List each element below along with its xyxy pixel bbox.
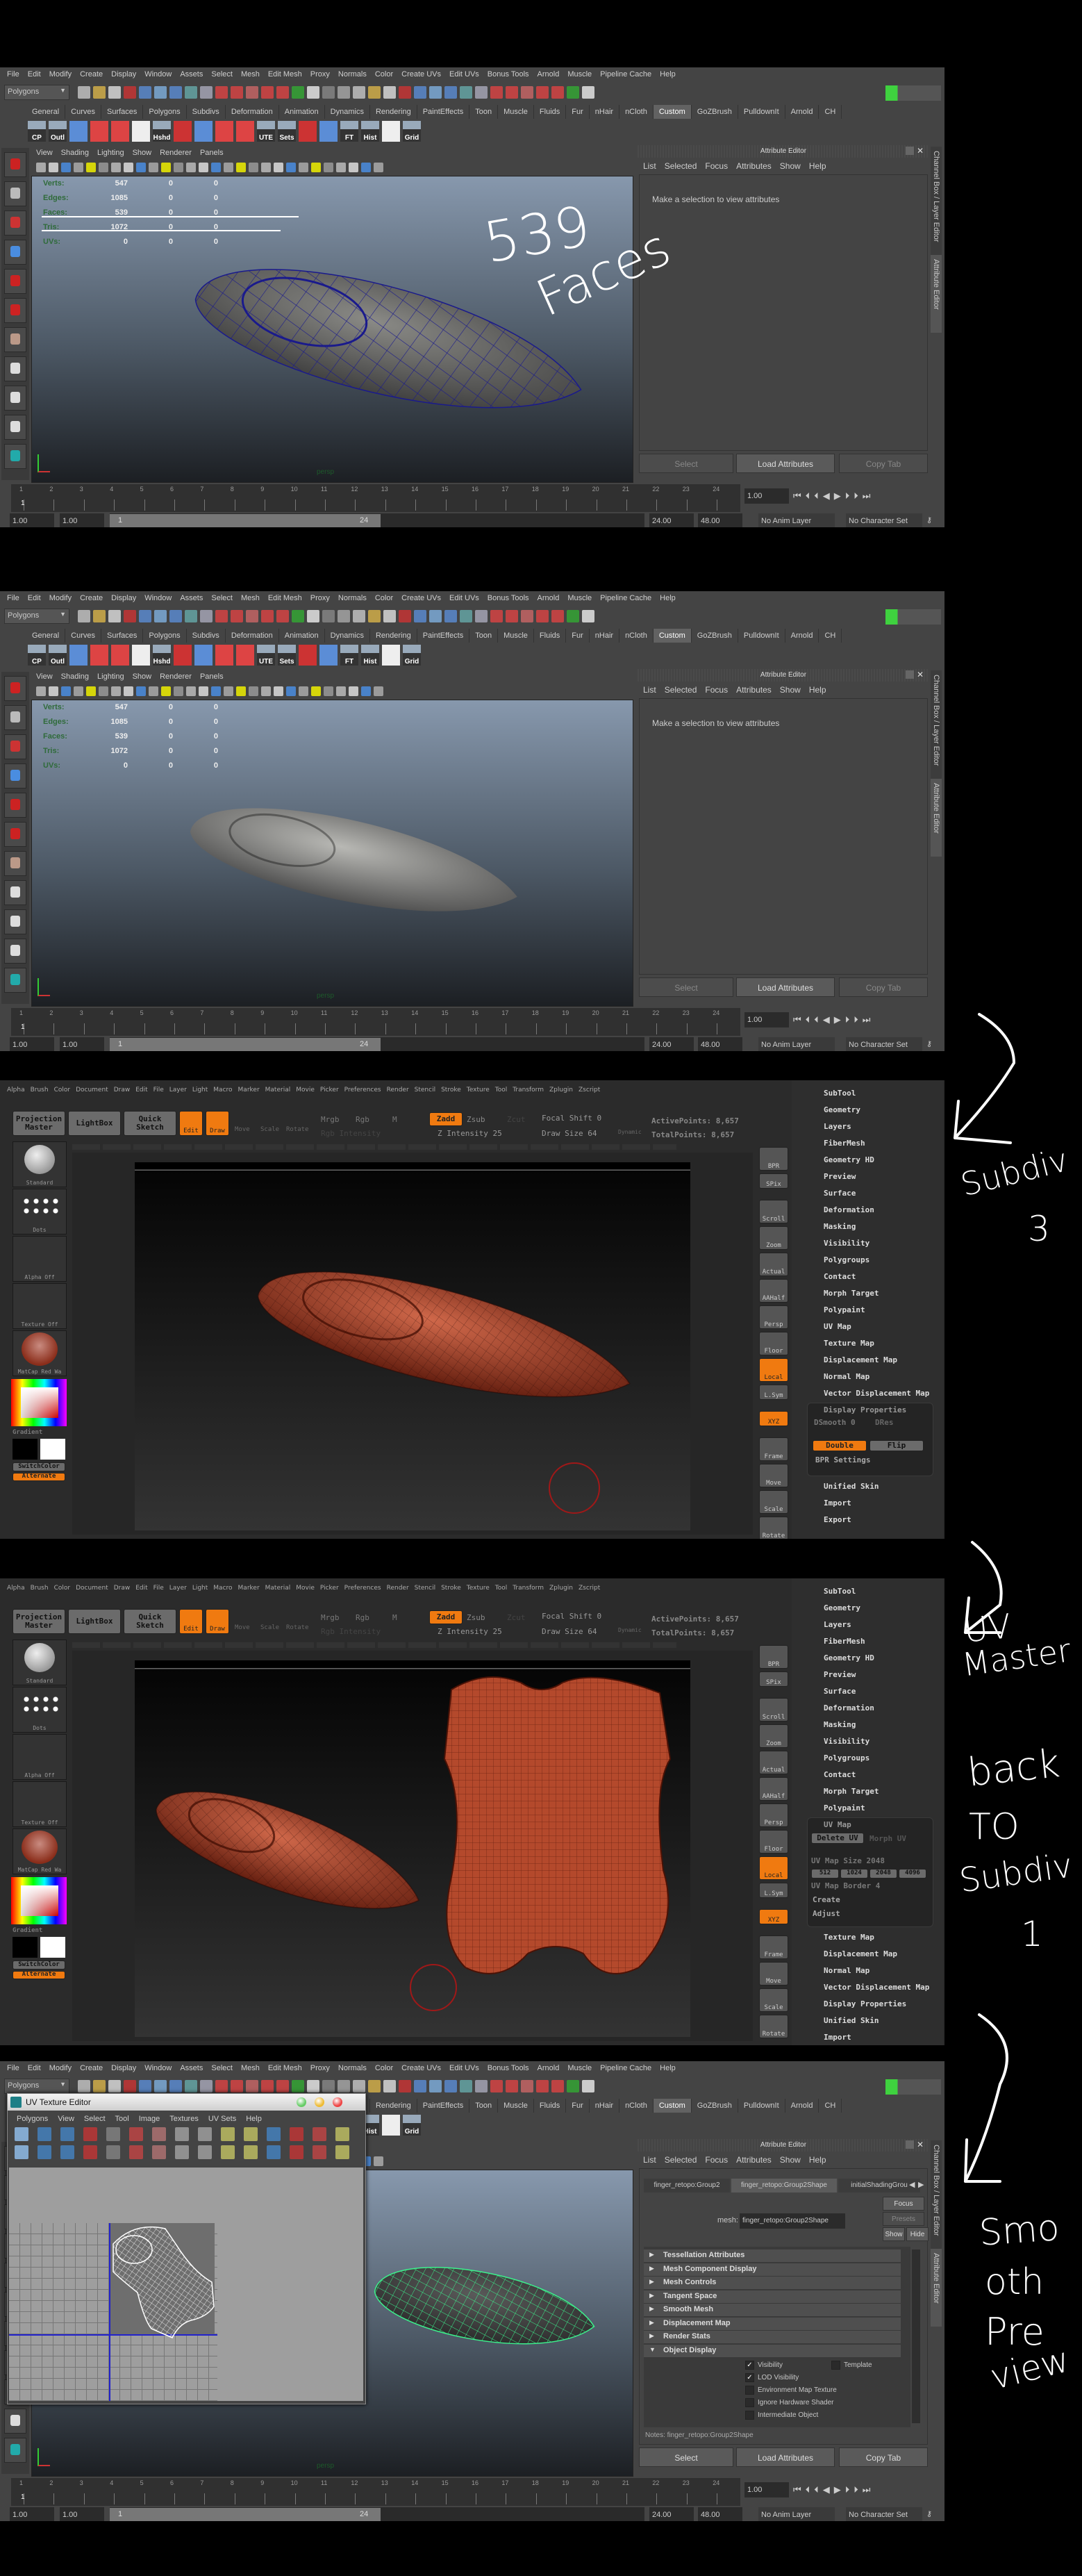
uv-tool-icon[interactable]	[152, 2127, 166, 2141]
uv-tool-icon[interactable]	[15, 2145, 28, 2159]
uv-menu-uv-sets[interactable]: UV Sets	[203, 2115, 241, 2123]
uv-tool-icon[interactable]	[313, 2145, 326, 2159]
uv-tool-icon[interactable]	[244, 2145, 258, 2159]
uv-tool-icon[interactable]	[38, 2127, 51, 2141]
maya-window-s5: File Edit Modify Create Display Window Assets S…	[0, 2061, 944, 2521]
uv-shell-wireframe	[113, 2226, 215, 2338]
uv-tool-icon[interactable]	[221, 2127, 235, 2141]
uv-shell-wireframe	[443, 1676, 672, 1974]
annotation-smo: Smo	[978, 2206, 1061, 2254]
maya-app-icon	[10, 2097, 22, 2108]
minimize-button[interactable]	[297, 2097, 306, 2107]
uv-tool-icon[interactable]	[335, 2145, 349, 2159]
uv-tool-icon[interactable]	[83, 2127, 97, 2141]
uv-tool-icon[interactable]	[267, 2127, 281, 2141]
annotation-back: back	[965, 1741, 1063, 1796]
arrow-annotation	[954, 1013, 1016, 1144]
uv-tool-icon[interactable]	[313, 2127, 326, 2141]
uv-tool-icon[interactable]	[152, 2145, 166, 2159]
uv-tool-icon[interactable]	[129, 2127, 143, 2141]
arrow-annotation	[964, 2013, 1008, 2183]
smooth-mesh	[190, 808, 517, 911]
uv-tool-icon[interactable]	[198, 2145, 212, 2159]
uv-texture-editor-window: UV Texture Editor Polygons View Select Tool I…	[7, 2093, 366, 2404]
annotation-oth: oth	[985, 2261, 1044, 2303]
uv-menu-view[interactable]: View	[53, 2115, 79, 2123]
uv-menu-image[interactable]: Image	[134, 2115, 165, 2123]
uv-tool-icon[interactable]	[335, 2127, 349, 2141]
close-button[interactable]	[333, 2097, 342, 2107]
annotation-1: 1	[1021, 1914, 1043, 1954]
annotation-to: TO	[969, 1806, 1019, 1848]
uv-tool-icon[interactable]	[38, 2145, 51, 2159]
uv-tool-icon[interactable]	[290, 2145, 303, 2159]
brush-cursor	[410, 1964, 457, 2011]
uv-shell	[113, 2226, 215, 2338]
smooth-preview-mesh-wireframe	[374, 2267, 595, 2345]
uv-tool-icon[interactable]	[175, 2127, 189, 2141]
uv-menu-help[interactable]: Help	[241, 2115, 267, 2123]
uv-tool-icon[interactable]	[83, 2145, 97, 2159]
uv-tool-icon[interactable]	[106, 2127, 120, 2141]
uv-tool-icon[interactable]	[175, 2145, 189, 2159]
maya-window-s1: File Edit Modify Create Display Window Assets S…	[0, 67, 944, 527]
uv-menu-polygons[interactable]: Polygons	[12, 2115, 53, 2123]
subdivided-mesh-wireframe	[257, 1271, 631, 1398]
uv-tool-icon[interactable]	[60, 2127, 74, 2141]
zbrush-window-s3: Alpha Brush Color Document Draw Edit File Layer…	[0, 1080, 944, 1539]
maximize-button[interactable]	[315, 2097, 324, 2107]
uv-tool-icon[interactable]	[290, 2127, 303, 2141]
smooth-mesh-body	[190, 808, 517, 911]
uv-tool-icon[interactable]	[267, 2145, 281, 2159]
retopo-mesh	[194, 269, 582, 408]
uv-tool-icon[interactable]	[106, 2145, 120, 2159]
uv-menu-select[interactable]: Select	[79, 2115, 110, 2123]
annotation-subdiv: Subdiv	[957, 1141, 1072, 1204]
uv-tool-icon[interactable]	[15, 2127, 28, 2141]
brush-cursor	[549, 1462, 600, 1514]
uv-editor-title: UV Texture Editor	[26, 2097, 91, 2107]
uv-tool-icon[interactable]	[60, 2145, 74, 2159]
uv-unwrap-mesh	[443, 1676, 672, 1974]
uv-editor-menu: Polygons View Select Tool Image Textures UV Se…	[12, 2112, 267, 2126]
annotation-3: 3	[1028, 1209, 1050, 1249]
subdivided-mesh	[257, 1271, 631, 1398]
uv-editor-titlebar: UV Texture Editor	[8, 2094, 365, 2111]
uv-menu-textures[interactable]: Textures	[165, 2115, 203, 2123]
uv-grid-view[interactable]	[9, 2168, 363, 2401]
uv-tool-icon[interactable]	[244, 2127, 258, 2141]
uv-menu-tool[interactable]: Tool	[110, 2115, 134, 2123]
zbrush-window-s4: Alpha Brush Color Document Draw Edit File Layer…	[0, 1578, 944, 2045]
annotation-subdiv: Subdiv	[957, 1846, 1075, 1901]
uv-editor-toolbar	[15, 2127, 358, 2163]
uv-tool-icon[interactable]	[129, 2145, 143, 2159]
uv-tool-icon[interactable]	[198, 2127, 212, 2141]
uv-tool-icon[interactable]	[221, 2145, 235, 2159]
maya-window-s2: File Edit Modify Create Display Window Assets S…	[0, 591, 944, 1051]
